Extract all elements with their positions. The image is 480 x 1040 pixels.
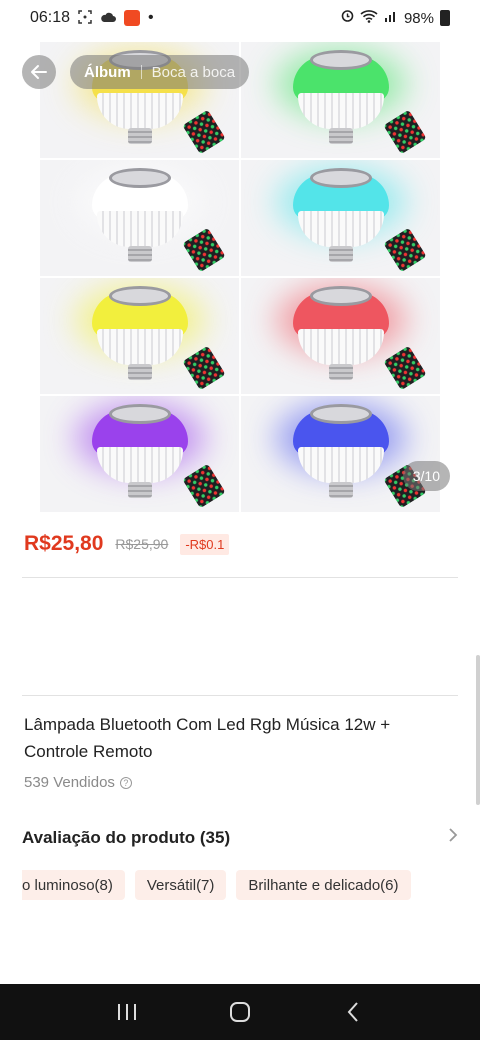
recent-apps-button[interactable] [102,992,152,1032]
bulb-base [328,245,353,262]
remote-control-icon [182,227,226,273]
bulb-base [328,127,353,144]
bulb-body [96,93,183,130]
price-row: R$25,80 R$25,90 -R$0.1 [24,532,230,556]
remote-control-icon [182,109,226,155]
chevron-right-icon [448,826,458,849]
app-notification-icon [124,10,141,26]
tab-boca-a-boca[interactable]: Boca a boca [152,64,235,81]
status-right: 98% [341,9,450,27]
bulb-body [96,447,183,484]
scrollbar[interactable] [476,655,480,805]
system-nav-bar [0,984,480,1040]
remote-control-icon [182,345,226,391]
arrow-left-icon [31,65,47,79]
reviews-title: Avaliação do produto (35) [22,827,231,847]
sold-count-text: 539 Vendidos [24,774,115,791]
status-bar: 06:18 • 98% [0,0,480,36]
current-price: R$25,80 [24,532,104,555]
wifi-icon [360,9,378,27]
back-button[interactable] [22,55,56,89]
bulb-image [40,160,239,276]
image-counter: 3/10 [402,461,450,491]
review-tag[interactable]: Versátil(7) [134,870,227,900]
original-price: R$25,90 [115,536,169,552]
bulb-base [127,363,152,380]
battery-percent: 98% [403,9,434,27]
sold-count: 539 Vendidos ? [24,774,132,791]
bulb-base [127,127,152,144]
bulb-image [241,396,440,512]
review-tags: o luminoso(8) Versátil(7) Brilhante e de… [22,870,480,900]
alarm-icon [341,9,354,27]
bulb-image [40,396,239,512]
back-nav-button[interactable] [328,992,378,1032]
recent-apps-icon [117,1004,136,1020]
bulb-image [40,278,239,394]
discount-badge: -R$0.1 [180,533,230,555]
remote-control-icon [383,345,427,391]
bulb-image [241,42,440,158]
bulb-base [328,363,353,380]
bulb-image [241,278,440,394]
question-icon[interactable]: ? [119,776,132,789]
tab-album[interactable]: Álbum [84,64,131,81]
bulb-image [241,160,440,276]
bulb-base [127,481,152,498]
home-icon [229,1002,250,1022]
bulb-body [96,211,183,248]
status-dot: • [148,9,154,26]
gallery-tabs: Álbum Boca a boca [70,55,250,89]
remote-control-icon [182,463,226,509]
status-time: 06:18 [30,9,71,26]
bulb-base [127,245,152,262]
product-image-gallery[interactable] [0,36,480,516]
remote-control-icon [383,227,427,273]
home-button[interactable] [215,992,265,1032]
bulb-body [297,329,384,366]
remote-control-icon [383,109,427,155]
bulb-body [297,447,384,484]
bulb-body [96,329,183,366]
battery-icon [440,10,450,26]
product-title: Lâmpada Bluetooth Com Led Rgb Música 12w… [24,715,391,761]
bulb-body [297,211,384,248]
review-tag[interactable]: Brilhante e delicado(6) [236,870,411,900]
screenshot-icon [78,9,92,27]
chevron-left-icon [347,1002,359,1022]
cloud-icon [100,11,117,26]
bulb-body [297,93,384,130]
reviews-header[interactable]: Avaliação do produto (35) [22,826,458,849]
divider [22,577,458,578]
product-image-grid [40,42,440,512]
bulb-base [328,481,353,498]
review-tag[interactable]: o luminoso(8) [22,870,125,900]
signal-icon [384,9,398,27]
status-left: 06:18 • [30,9,154,27]
divider [22,695,458,696]
tab-separator [140,65,142,79]
